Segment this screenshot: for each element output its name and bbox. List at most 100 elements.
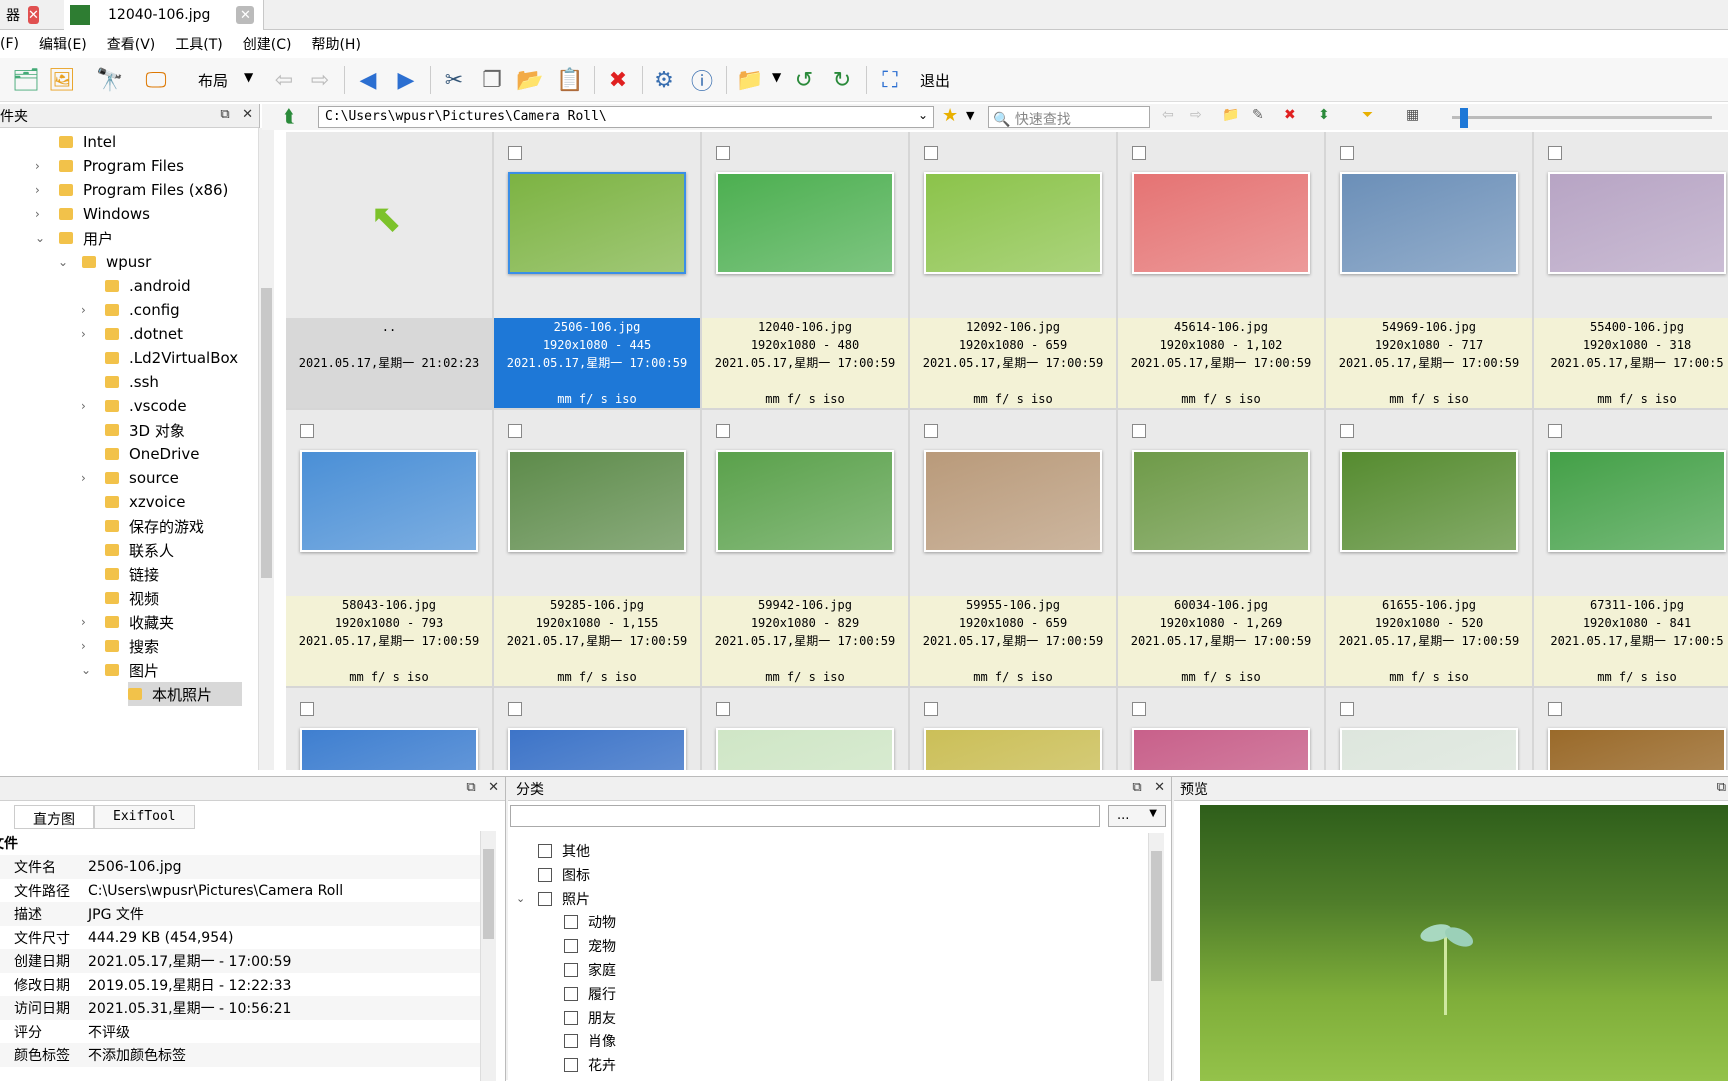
chevron-icon[interactable]: ›: [81, 399, 86, 413]
thumbnail-image[interactable]: [300, 728, 478, 770]
category-item[interactable]: 履行: [564, 982, 616, 1006]
thumbnail-cell[interactable]: 67311-106.jpg 1920x1080 - 841 2021.05.17,星…: [1534, 410, 1728, 686]
thumbnail-cell[interactable]: 45614-106.jpg 1920x1080 - 1,102 2021.05.17…: [1118, 132, 1324, 408]
layout-button[interactable]: 布局: [198, 70, 228, 91]
new-folder-icon[interactable]: 📁: [1222, 107, 1239, 123]
tree-item[interactable]: › Program Files (x86): [35, 178, 228, 202]
thumbnail-cell[interactable]: 12092-106.jpg 1920x1080 - 659 2021.05.17,星…: [910, 132, 1116, 408]
thumbnail-image[interactable]: [1340, 172, 1518, 274]
category-checkbox[interactable]: [564, 1034, 578, 1049]
thumbnail-image[interactable]: [1132, 172, 1310, 274]
folder-scrollbar[interactable]: [258, 128, 274, 770]
chevron-icon[interactable]: ›: [81, 471, 86, 485]
forward-icon[interactable]: ⇨: [1190, 107, 1202, 123]
category-checkbox[interactable]: [564, 963, 578, 977]
select-checkbox[interactable]: [716, 702, 730, 716]
float-icon[interactable]: ⧉: [1717, 780, 1726, 795]
scroll-thumb[interactable]: [261, 288, 272, 578]
thumbnail-image[interactable]: [508, 450, 686, 552]
thumbnail-cell[interactable]: [1326, 688, 1532, 770]
thumbnail-image[interactable]: [1548, 172, 1726, 274]
chevron-down-icon[interactable]: ⌄: [516, 892, 525, 905]
thumbnail-image[interactable]: [1548, 450, 1726, 552]
thumbnail-image[interactable]: [508, 728, 686, 770]
select-checkbox[interactable]: [1340, 424, 1354, 438]
delete-icon[interactable]: ✖: [1284, 107, 1296, 123]
thumbnail-image[interactable]: [924, 450, 1102, 552]
view-mode-icon[interactable]: ▦: [1406, 107, 1419, 123]
chevron-icon[interactable]: ⌄: [81, 663, 91, 677]
favorite-star-icon[interactable]: ★: [942, 105, 958, 126]
tree-item[interactable]: xzvoice: [105, 490, 185, 514]
tree-item[interactable]: › Windows: [35, 202, 150, 226]
chevron-icon[interactable]: ›: [81, 327, 86, 341]
next-icon[interactable]: ▶: [390, 64, 422, 96]
rotate-right-icon[interactable]: ↻: [826, 64, 858, 96]
menu-item[interactable]: 创建(C): [233, 34, 302, 54]
thumbnail-cell[interactable]: 2506-106.jpg 1920x1080 - 445 2021.05.17,星期…: [494, 132, 700, 408]
select-checkbox[interactable]: [1340, 146, 1354, 160]
tree-item[interactable]: .Ld2VirtualBox: [105, 346, 238, 370]
tab-histogram[interactable]: 直方图: [14, 805, 94, 829]
folder-tree-icon[interactable]: 🗂: [10, 64, 42, 96]
slider-handle[interactable]: [1460, 108, 1468, 128]
menu-item[interactable]: 编辑(E): [29, 34, 97, 54]
thumbnail-image[interactable]: [716, 728, 894, 770]
close-icon[interactable]: ✕: [1154, 780, 1165, 795]
tree-item[interactable]: ⌄ 用户: [35, 226, 113, 250]
chevron-icon[interactable]: ›: [81, 639, 86, 653]
thumbnail-image[interactable]: [924, 728, 1102, 770]
chevron-icon[interactable]: ⌄: [58, 255, 68, 269]
close-icon[interactable]: ✕: [242, 107, 253, 122]
chevron-icon[interactable]: ›: [35, 207, 40, 221]
select-checkbox[interactable]: [508, 702, 522, 716]
thumbnail-cell[interactable]: [1118, 688, 1324, 770]
tree-item[interactable]: Intel: [59, 130, 116, 154]
thumbnail-cell[interactable]: 55400-106.jpg 1920x1080 - 318 2021.05.17,星…: [1534, 132, 1728, 408]
thumbnail-image[interactable]: [1132, 450, 1310, 552]
thumbnail-cell[interactable]: 59955-106.jpg 1920x1080 - 659 2021.05.17,星…: [910, 410, 1116, 686]
category-item[interactable]: 动物: [564, 910, 616, 934]
open-folder-icon[interactable]: 📁: [734, 64, 766, 96]
category-checkbox[interactable]: [538, 867, 552, 882]
select-checkbox[interactable]: [716, 424, 730, 438]
select-checkbox[interactable]: [1132, 146, 1146, 160]
select-checkbox[interactable]: [1548, 146, 1562, 160]
tree-item[interactable]: › 搜索: [81, 634, 159, 658]
menu-item[interactable]: 工具(T): [165, 34, 232, 54]
thumbnail-image[interactable]: [1340, 450, 1518, 552]
category-checkbox[interactable]: [538, 891, 552, 906]
menu-item[interactable]: (F): [0, 36, 29, 52]
tree-item[interactable]: 保存的游戏: [105, 514, 204, 538]
tree-item[interactable]: OneDrive: [105, 442, 200, 466]
tree-item[interactable]: 视频: [105, 586, 159, 610]
category-checkbox[interactable]: [564, 986, 578, 1001]
slideshow-icon[interactable]: 🖼: [46, 64, 78, 96]
exit-button[interactable]: 退出: [920, 70, 950, 91]
chevron-down-icon[interactable]: ▼: [966, 109, 974, 122]
back-icon[interactable]: ⇦: [1162, 107, 1174, 123]
thumbnail-cell[interactable]: 60034-106.jpg 1920x1080 - 1,269 2021.05.17…: [1118, 410, 1324, 686]
select-checkbox[interactable]: [1548, 424, 1562, 438]
thumbnail-image[interactable]: [716, 172, 894, 274]
previous-icon[interactable]: ◀: [352, 64, 384, 96]
select-checkbox[interactable]: [924, 424, 938, 438]
tree-item[interactable]: 联系人: [105, 538, 174, 562]
float-icon[interactable]: ⧉: [466, 780, 475, 795]
close-icon[interactable]: ✕: [488, 780, 499, 795]
select-checkbox[interactable]: [300, 702, 314, 716]
category-dropdown[interactable]: ... ▼: [1108, 805, 1166, 827]
chevron-down-icon[interactable]: ▼: [772, 70, 781, 84]
select-checkbox[interactable]: [924, 146, 938, 160]
back-icon[interactable]: ⇦: [268, 64, 300, 96]
tree-item[interactable]: › .vscode: [81, 394, 187, 418]
chevron-icon[interactable]: ›: [81, 615, 86, 629]
chevron-down-icon[interactable]: ▼: [244, 70, 253, 84]
tree-item[interactable]: .ssh: [105, 370, 159, 394]
select-checkbox[interactable]: [508, 146, 522, 160]
category-item[interactable]: 家庭: [564, 958, 616, 982]
tree-item[interactable]: 本机照片: [128, 682, 243, 706]
category-item[interactable]: 图标: [538, 863, 590, 887]
categories-scrollbar[interactable]: [1148, 833, 1164, 1081]
tab-image[interactable]: 12040-106.jpg ✕: [64, 0, 264, 30]
